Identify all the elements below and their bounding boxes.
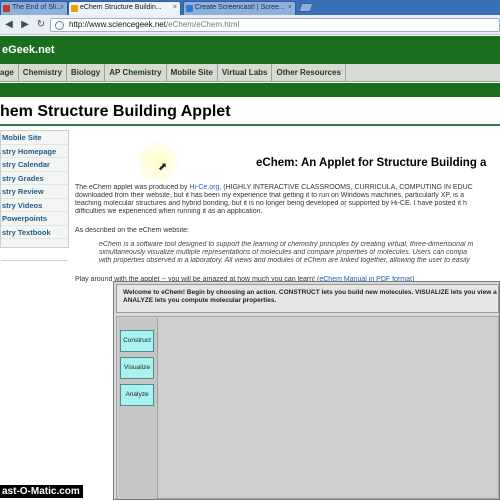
tab-label: eChem Structure Buildin...: [80, 4, 162, 11]
intro-text: The eChem applet was produced by: [75, 184, 188, 191]
green-divider-bar: [0, 83, 500, 97]
close-tab-icon[interactable]: ×: [173, 4, 177, 11]
tab-create-screencast[interactable]: Create Screencast! | Scree... ×: [183, 1, 296, 15]
hi-ce-link[interactable]: Hi-Ce.org: [189, 184, 219, 191]
title-divider: [0, 124, 500, 126]
site-nav: age Chemistry Biology AP Chemistry Mobil…: [0, 64, 500, 82]
browser-tab-strip: The End of Sli... × eChem Structure Buil…: [0, 0, 500, 15]
intro-line: teaching molecular structures and hybrid…: [75, 200, 467, 207]
sidebar-item-review[interactable]: stry Review: [1, 185, 68, 199]
quote-line: with properties observed in a laboratory…: [99, 257, 470, 264]
tab-label: The End of Sli...: [12, 4, 62, 11]
visualize-button[interactable]: Visualize: [120, 357, 154, 379]
sidebar-item-textbook[interactable]: stry Textbook: [1, 226, 68, 239]
nav-item-ap-chemistry[interactable]: AP Chemistry: [105, 64, 167, 81]
reload-icon[interactable]: ↻: [34, 18, 48, 32]
sidebar: Mobile Site stry Homepage stry Calendar …: [0, 130, 69, 261]
described-text: As described on the eChem website:: [75, 227, 190, 234]
intro-line: The eChem applet was produced by Hi-Ce.o…: [75, 184, 500, 192]
sidebar-item-grades[interactable]: stry Grades: [1, 172, 68, 185]
tab-label: Create Screencast! | Scree...: [195, 4, 285, 11]
sidebar-item-videos[interactable]: stry Videos: [1, 199, 68, 212]
applet-message-line: Welcome to eChem! Begin by choosing an a…: [123, 289, 497, 296]
applet-action-panel: Construct Visualize Analyze: [118, 318, 158, 499]
browser-toolbar: ◀ ▶ ↻ http://www.sciencegeek.net/eChem/e…: [0, 15, 500, 35]
nav-item-chemistry[interactable]: Chemistry: [19, 64, 67, 81]
close-tab-icon[interactable]: ×: [60, 4, 64, 11]
analyze-button[interactable]: Analyze: [120, 384, 154, 406]
quote-line: eChem is a software tool designed to sup…: [99, 241, 474, 248]
sidebar-item-powerpoints[interactable]: Powerpoints: [1, 212, 68, 226]
close-tab-icon[interactable]: ×: [288, 4, 292, 11]
echem-applet[interactable]: Welcome to eChem! Begin by choosing an a…: [113, 281, 500, 500]
sidebar-spacer: [1, 239, 68, 261]
favicon-icon: [3, 5, 10, 12]
tab-end-of-sli[interactable]: The End of Sli... ×: [0, 1, 68, 15]
quote-line: simultaneously visualize multiple repres…: [99, 249, 468, 256]
sidebar-item-homepage[interactable]: stry Homepage: [1, 145, 68, 158]
construct-button[interactable]: Construct: [120, 330, 154, 352]
screencast-watermark: ast-O-Matic.com: [0, 485, 83, 498]
nav-item-other-resources[interactable]: Other Resources: [272, 64, 346, 81]
nav-item-biology[interactable]: Biology: [67, 64, 106, 81]
intro-text: , (HIGHLY INTERACTIVE CLASSROOMS, CURRIC…: [219, 184, 473, 191]
forward-arrow-icon[interactable]: ▶: [18, 18, 32, 32]
url-path: /eChem/eChem.html: [165, 20, 240, 29]
address-bar[interactable]: http://www.sciencegeek.net/eChem/eChem.h…: [50, 18, 500, 32]
globe-icon: [55, 21, 64, 30]
site-logo[interactable]: eGeek.net: [0, 36, 500, 64]
tab-echem[interactable]: eChem Structure Buildin... ×: [68, 1, 181, 15]
applet-message: Welcome to eChem! Begin by choosing an a…: [116, 284, 499, 313]
mouse-pointer-icon: ⬈: [158, 161, 168, 173]
nav-item-homepage[interactable]: age: [0, 64, 19, 81]
article-heading: eChem: An Applet for Structure Building …: [256, 157, 487, 169]
back-arrow-icon[interactable]: ◀: [2, 18, 16, 32]
page-title: hem Structure Building Applet: [0, 103, 231, 120]
sidebar-item-calendar[interactable]: stry Calendar: [1, 158, 68, 172]
favicon-icon: [186, 5, 193, 12]
applet-workspace[interactable]: Construct Visualize Analyze: [116, 316, 499, 499]
intro-line: difficulties we experienced when running…: [75, 208, 263, 215]
sidebar-item-mobile-site[interactable]: Mobile Site: [1, 131, 68, 145]
url-host: http://www.sciencegeek.net: [69, 20, 166, 29]
nav-item-mobile-site[interactable]: Mobile Site: [167, 64, 218, 81]
new-tab-button[interactable]: [298, 3, 314, 12]
favicon-icon: [71, 5, 78, 12]
applet-message-line: ANALYZE lets you compute molecular prope…: [123, 297, 277, 304]
nav-item-virtual-labs[interactable]: Virtual Labs: [218, 64, 273, 81]
intro-line: downloaded from their website, but it ha…: [75, 192, 464, 199]
